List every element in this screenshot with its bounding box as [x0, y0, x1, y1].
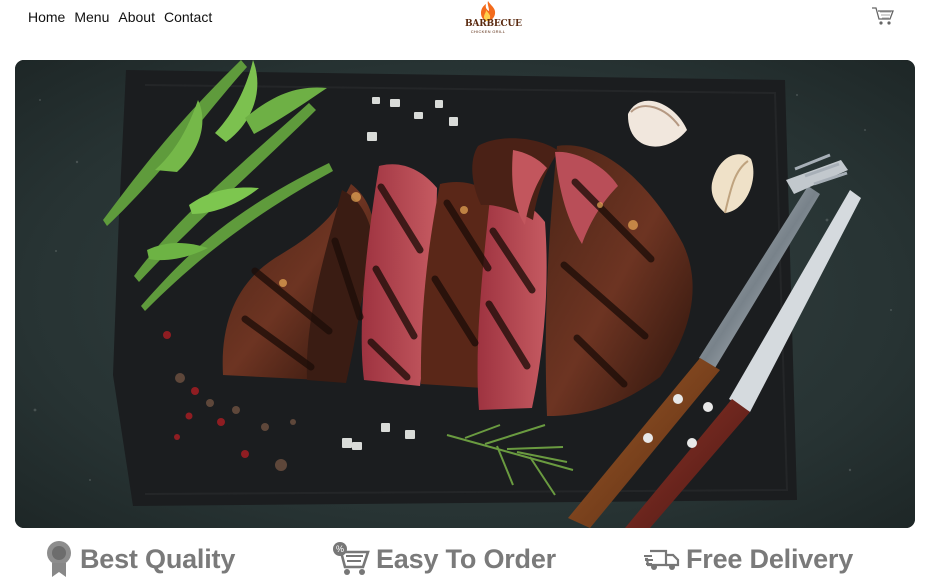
- brand-logo[interactable]: BARBECUE CHICKEN GRILL: [465, 0, 522, 34]
- feature-easy-order: % Easy To Order: [332, 538, 556, 580]
- feature-best-quality: Best Quality: [44, 538, 235, 580]
- brand-subtitle: CHICKEN GRILL: [470, 29, 506, 34]
- main-nav: Home Menu About Contact: [28, 9, 212, 25]
- hero-image: [15, 60, 915, 528]
- shopping-cart-percent-icon: %: [333, 542, 370, 575]
- feature-label-easy-to-order: Easy To Order: [376, 543, 556, 574]
- nav-about[interactable]: About: [118, 9, 155, 25]
- svg-text:%: %: [336, 544, 344, 554]
- brand-name: BARBECUE: [465, 19, 522, 29]
- feature-label-best-quality: Best Quality: [80, 543, 236, 574]
- steak-hero-picture: [15, 60, 915, 528]
- feature-label-free-delivery: Free Delivery: [686, 543, 854, 574]
- delivery-truck-icon: [644, 549, 680, 570]
- cart-icon: [872, 7, 894, 25]
- quality-badge-icon: [47, 541, 71, 577]
- feature-strip: Best Quality % Easy To Order Free Delive…: [0, 538, 952, 580]
- feature-free-delivery: Free Delivery: [644, 538, 853, 580]
- cart-button[interactable]: [871, 6, 895, 26]
- landing-page: Home Menu About Contact BARBECUE CHICKEN…: [0, 0, 952, 580]
- nav-home[interactable]: Home: [28, 9, 65, 25]
- nav-contact[interactable]: Contact: [164, 9, 212, 25]
- nav-menu[interactable]: Menu: [74, 9, 109, 25]
